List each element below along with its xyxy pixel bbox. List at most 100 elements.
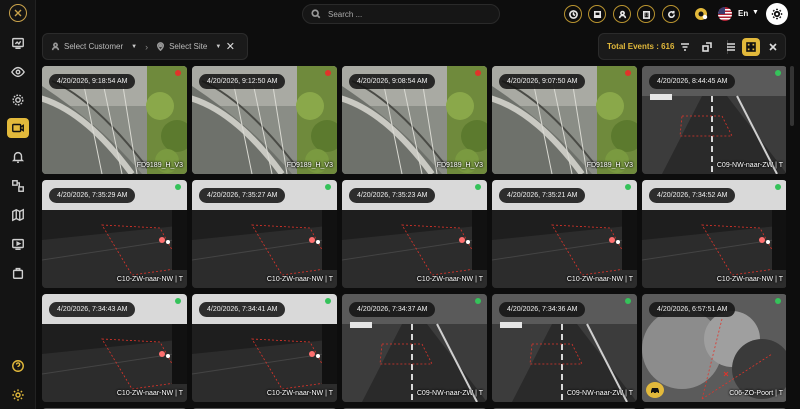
filter-button[interactable] bbox=[679, 41, 691, 53]
sidebar bbox=[0, 0, 36, 409]
history-button[interactable] bbox=[564, 5, 582, 23]
event-card[interactable]: 4/20/2026, 9:07:50 AM FD9189_H_V3 bbox=[492, 66, 637, 174]
event-card[interactable]: 4/20/2026, 8:44:45 AM C09-NW-naar-ZW | T bbox=[642, 66, 786, 174]
chevron-down-icon[interactable]: ▼ bbox=[752, 9, 759, 16]
status-dot bbox=[175, 298, 181, 304]
status-dot bbox=[625, 298, 631, 304]
sidebar-item-map[interactable] bbox=[8, 205, 28, 225]
event-timestamp: 4/20/2026, 9:07:50 AM bbox=[499, 74, 586, 89]
eye-icon bbox=[11, 66, 25, 78]
event-timestamp: 4/20/2026, 6:57:51 AM bbox=[649, 302, 736, 317]
event-card[interactable]: 4/20/2026, 7:35:27 AM C10-ZW-naar-NW | T bbox=[192, 180, 337, 288]
camera-name: C10-ZW-naar-NW | T bbox=[116, 276, 183, 283]
event-card[interactable]: 4/20/2026, 7:34:36 AM C09-NW-naar-ZW | T bbox=[492, 294, 637, 402]
theme-toggle[interactable] bbox=[766, 3, 788, 25]
camera-name: C10-ZW-naar-NW | T bbox=[266, 390, 333, 397]
status-dot bbox=[475, 184, 481, 190]
expand-button[interactable] bbox=[701, 41, 713, 53]
topbar: En ▼ bbox=[36, 0, 800, 28]
camera-name: C09-NW-naar-ZW | T bbox=[566, 390, 633, 397]
sidebar-item-hierarchy[interactable] bbox=[8, 176, 28, 196]
sidebar-item-help[interactable] bbox=[8, 356, 28, 376]
scrollbar[interactable] bbox=[790, 66, 794, 126]
event-card[interactable]: 4/20/2026, 7:34:52 AM C10-ZW-naar-NW | T bbox=[642, 180, 786, 288]
grid-icon bbox=[746, 42, 756, 52]
event-timestamp: 4/20/2026, 7:35:27 AM bbox=[199, 188, 286, 203]
site-select[interactable]: Select Site ▼ bbox=[156, 42, 221, 51]
us-flag-icon[interactable] bbox=[718, 7, 732, 21]
event-timestamp: 4/20/2026, 7:34:41 AM bbox=[199, 302, 286, 317]
clear-filters-button[interactable]: ✕ bbox=[226, 40, 235, 53]
settings-icon bbox=[12, 94, 24, 106]
list-view-button[interactable] bbox=[725, 41, 737, 53]
status-dot bbox=[175, 184, 181, 190]
event-card[interactable]: 4/20/2026, 9:12:50 AM FD9189_H_V3 bbox=[192, 66, 337, 174]
search-icon bbox=[311, 9, 321, 19]
event-card[interactable]: 4/20/2026, 7:35:29 AM C10-ZW-naar-NW | T bbox=[42, 180, 187, 288]
user-icon bbox=[618, 10, 626, 18]
event-timestamp: 4/20/2026, 9:08:54 AM bbox=[349, 74, 436, 89]
users-button[interactable] bbox=[613, 5, 631, 23]
event-card[interactable]: 4/20/2026, 7:34:43 AM C10-ZW-naar-NW | T bbox=[42, 294, 187, 402]
close-button[interactable] bbox=[767, 41, 779, 53]
status-dot bbox=[175, 70, 181, 76]
grid-view-button[interactable] bbox=[742, 38, 760, 56]
camera-name: C09-NW-naar-ZW | T bbox=[716, 162, 783, 169]
sidebar-item-dashboard[interactable] bbox=[8, 33, 28, 53]
event-card[interactable]: 4/20/2026, 7:35:21 AM C10-ZW-naar-NW | T bbox=[492, 180, 637, 288]
filter-bar: Select Customer ▼ › Select Site ▼ ✕ bbox=[42, 33, 248, 60]
sidebar-item-events[interactable] bbox=[7, 118, 29, 138]
camera-icon bbox=[12, 123, 24, 133]
status-dot bbox=[625, 70, 631, 76]
chevron-right-icon: › bbox=[145, 41, 149, 52]
user-icon bbox=[51, 42, 60, 51]
total-events: Total Events : 616 bbox=[607, 42, 675, 51]
camera-name: FD9189_H_V3 bbox=[136, 162, 183, 169]
event-card[interactable]: 4/20/2026, 6:57:51 AM C06-ZO-Poort | T bbox=[642, 294, 786, 402]
search-input[interactable] bbox=[328, 9, 488, 19]
event-card[interactable]: 4/20/2026, 7:34:37 AM C09-NW-naar-ZW | T bbox=[342, 294, 487, 402]
notifications-button[interactable] bbox=[692, 5, 710, 23]
status-dot bbox=[625, 184, 631, 190]
vehicles-button[interactable] bbox=[637, 5, 655, 23]
event-card[interactable]: 4/20/2026, 7:34:41 AM C10-ZW-naar-NW | T bbox=[192, 294, 337, 402]
filter-icon bbox=[681, 43, 689, 51]
dashboard-icon bbox=[12, 37, 24, 49]
event-card[interactable]: 4/20/2026, 9:08:54 AM FD9189_H_V3 bbox=[342, 66, 487, 174]
status-dot bbox=[325, 298, 331, 304]
camera-name: C10-ZW-naar-NW | T bbox=[416, 276, 483, 283]
language-selector[interactable]: En bbox=[738, 9, 748, 18]
event-card[interactable]: 4/20/2026, 7:35:23 AM C10-ZW-naar-NW | T bbox=[342, 180, 487, 288]
bag-icon bbox=[12, 267, 24, 279]
view-controls: Total Events : 616 bbox=[598, 33, 786, 60]
sidebar-item-settings[interactable] bbox=[8, 90, 28, 110]
event-timestamp: 4/20/2026, 7:35:23 AM bbox=[349, 188, 436, 203]
sidebar-item-alerts[interactable] bbox=[8, 147, 28, 167]
sidebar-item-inventory[interactable] bbox=[8, 263, 28, 283]
camera-name: C10-ZW-naar-NW | T bbox=[116, 390, 183, 397]
sidebar-item-preferences[interactable] bbox=[8, 385, 28, 405]
help-icon bbox=[12, 360, 24, 372]
refresh-icon bbox=[667, 10, 675, 18]
car-icon bbox=[651, 388, 659, 394]
status-dot bbox=[325, 70, 331, 76]
logo[interactable] bbox=[9, 4, 27, 22]
refresh-button[interactable] bbox=[662, 5, 680, 23]
status-dot bbox=[475, 298, 481, 304]
sidebar-item-monitor[interactable] bbox=[8, 62, 28, 82]
camera-name: C06-ZO-Poort | T bbox=[729, 390, 783, 397]
status-dot bbox=[475, 70, 481, 76]
chevron-down-icon: ▼ bbox=[131, 43, 138, 50]
customer-select[interactable]: Select Customer ▼ bbox=[51, 42, 137, 51]
bell-icon bbox=[11, 151, 25, 163]
gear-icon bbox=[12, 389, 24, 401]
camera-name: C10-ZW-naar-NW | T bbox=[566, 276, 633, 283]
event-card[interactable]: 4/20/2026, 9:18:54 AM FD9189_H_V3 bbox=[42, 66, 187, 174]
nodes-icon bbox=[12, 180, 24, 192]
status-dot bbox=[325, 184, 331, 190]
search-box[interactable] bbox=[302, 4, 500, 24]
devices-button[interactable] bbox=[588, 5, 606, 23]
event-timestamp: 4/20/2026, 7:34:36 AM bbox=[499, 302, 586, 317]
sidebar-item-playback[interactable] bbox=[8, 234, 28, 254]
logo-icon bbox=[14, 9, 22, 17]
